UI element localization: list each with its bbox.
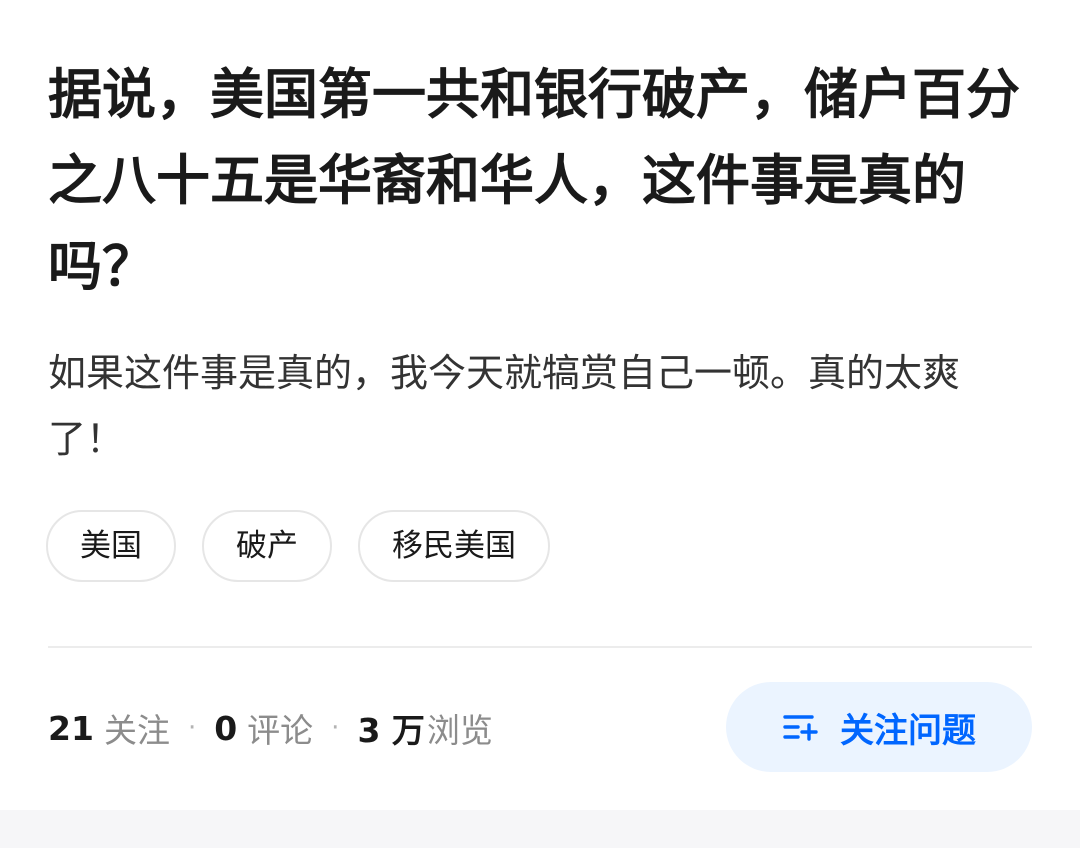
follow-question-label: 关注问题 xyxy=(840,710,976,751)
followers-count: 21 xyxy=(48,708,94,748)
topic-tag[interactable]: 移民美国 xyxy=(358,510,550,582)
question-title[interactable]: 据说，美国第一共和银行破产，储户百分之八十五是华裔和华人，这件事是真的吗？ xyxy=(48,52,1032,310)
comments-count: 0 xyxy=(214,708,238,748)
question-detail[interactable]: 如果这件事是真的，我今天就犒赏自己一顿。真的太爽了！ xyxy=(48,340,1032,472)
follow-question-button[interactable]: 关注问题 xyxy=(726,682,1032,772)
topic-tag[interactable]: 破产 xyxy=(202,510,332,582)
followers-label: 关注 xyxy=(103,711,170,750)
stats-separator: · xyxy=(187,713,197,743)
question-stats: 21 关注 · 0 评论 · 3 万 浏览 xyxy=(48,700,493,756)
topic-tag[interactable]: 美国 xyxy=(46,510,176,582)
views-label: 浏览 xyxy=(426,711,493,750)
stats-separator: · xyxy=(331,713,340,743)
topic-tags: 美国 破产 移民美国 xyxy=(46,510,550,582)
views-count: 3 万 xyxy=(357,711,425,750)
section-gap xyxy=(0,810,1080,848)
add-to-list-icon xyxy=(783,715,818,741)
question-card: 据说，美国第一共和银行破产，储户百分之八十五是华裔和华人，这件事是真的吗？ 如果… xyxy=(0,0,1080,810)
comments-label[interactable]: 评论 xyxy=(247,704,313,752)
divider xyxy=(48,646,1032,648)
